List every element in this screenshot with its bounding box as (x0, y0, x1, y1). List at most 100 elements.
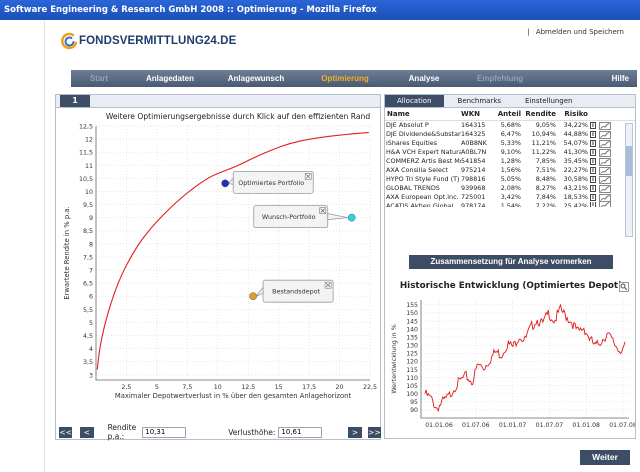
fund-risiko: 22,27% (563, 166, 588, 174)
logo: FONDSVERMITTLUNG24.DE (61, 32, 236, 50)
nav-hilfe[interactable]: Hilfe (543, 74, 637, 83)
mini-chart-icon[interactable] (599, 193, 611, 202)
callout-label: Wunsch-Portfolio (262, 213, 316, 221)
portfolio-point[interactable] (221, 179, 230, 188)
info-icon[interactable]: i (590, 167, 596, 174)
nav-anlagedaten[interactable]: Anlagedaten (127, 74, 213, 83)
fund-wkn: 798816 (461, 175, 486, 183)
tab-benchmarks[interactable]: Benchmarks (444, 95, 516, 107)
y-tick-label: 3 (89, 372, 93, 379)
fund-rendite: 7,85% (535, 157, 556, 165)
y-tick-label: 8,5 (83, 228, 93, 235)
fund-risiko: 41,30% (563, 148, 588, 156)
fund-rendite: 11,21% (531, 139, 556, 147)
portfolio-point[interactable] (347, 213, 356, 222)
nav-optimierung[interactable]: Optimierung (299, 74, 391, 83)
fund-anteil: 5,33% (500, 139, 521, 147)
fund-risiko: 34,22% (563, 121, 588, 129)
close-icon[interactable] (324, 281, 332, 289)
y-tick-label: 12,5 (79, 124, 93, 131)
mini-chart-icon[interactable] (599, 148, 611, 157)
zoom-icon[interactable] (619, 282, 629, 292)
y-tick-label: 4 (89, 346, 93, 353)
fund-rendite: 7,51% (535, 166, 556, 174)
mini-chart-icon[interactable] (599, 130, 611, 139)
table-row[interactable]: ACATIS Aktien Global 978174 1,54% 7,22% 25,4… (385, 202, 635, 207)
x-tick-label: 5 (155, 384, 159, 391)
info-icon[interactable]: i (590, 158, 596, 165)
fund-wkn: 939968 (461, 184, 486, 192)
fund-wkn: 975214 (461, 166, 486, 174)
y-tick-label: 120 (406, 359, 418, 366)
info-icon[interactable]: i (590, 140, 596, 147)
mini-chart-icon[interactable] (599, 121, 611, 130)
info-icon[interactable]: i (590, 194, 596, 201)
x-tick-label: 01.01.07 (499, 422, 527, 429)
x-tick-label: 01.01.06 (425, 422, 453, 429)
fund-name: AXA European Opt.inc. A (386, 193, 461, 201)
x-tick-label: 10 (214, 384, 222, 391)
scrollbar-thumb[interactable] (626, 146, 632, 176)
table-row[interactable]: H&A VCH Expert Natural R.A0BL7N 9,10% 11,2… (385, 148, 635, 157)
fund-wkn: 725001 (461, 193, 486, 201)
table-row[interactable]: COMMERZ Artis Best Momen541854 1,28% 7,85%… (385, 157, 635, 166)
verlust-input[interactable] (278, 426, 323, 438)
table-row[interactable]: iShares Equities A0B8NK 5,33% 11,21% 54,07% i (385, 139, 635, 148)
mini-chart-icon[interactable] (599, 175, 611, 184)
nav-analyse[interactable]: Analyse (391, 74, 457, 83)
tab-allocation[interactable]: Allocation (385, 95, 444, 107)
allocation-tabs: Allocation Benchmarks Einstellungen (385, 95, 635, 108)
fund-wkn: 164315 (461, 121, 486, 129)
last-button[interactable]: >> (367, 426, 381, 438)
weiter-button[interactable]: Weiter (580, 450, 630, 465)
y-tick-label: 12 (85, 137, 93, 144)
info-icon[interactable]: i (590, 202, 596, 207)
y-tick-label: 135 (406, 334, 418, 341)
y-tick-label: 10 (85, 189, 93, 196)
y-tick-label: 100 (406, 391, 418, 398)
table-row[interactable]: AXA Consilia Select 975214 1,56% 7,51% 22,27… (385, 166, 635, 175)
mini-chart-icon[interactable] (599, 184, 611, 193)
info-icon[interactable]: i (590, 149, 596, 156)
fund-anteil: 1,28% (500, 157, 521, 165)
table-row[interactable]: DJE Absolut P 164315 5,68% 9,05% 34,22% i (385, 121, 635, 130)
mini-chart-icon[interactable] (599, 157, 611, 166)
rendite-input[interactable] (142, 426, 187, 438)
y-tick-label: 140 (406, 326, 418, 333)
first-button[interactable]: << (59, 426, 73, 438)
frontier-controls: << < Rendite p.a.: Verlusthöhe: > >> (55, 423, 381, 441)
info-icon[interactable]: i (590, 176, 596, 183)
close-icon[interactable] (304, 173, 312, 180)
x-tick-label: 17,5 (302, 384, 316, 391)
top-links: | Abmelden und Speichern (525, 28, 626, 36)
info-icon[interactable]: i (590, 185, 596, 192)
table-row[interactable]: HYPO Tri Style Fund (T) 798816 5,05% 8,48% 3… (385, 175, 635, 184)
prev-button[interactable]: < (80, 426, 94, 438)
mini-chart-icon[interactable] (599, 139, 611, 148)
info-icon[interactable]: i (590, 131, 596, 138)
callout-label: Optimiertes Portfolio (238, 179, 304, 187)
tab-einstellungen[interactable]: Einstellungen (515, 95, 582, 107)
next-button[interactable]: > (348, 426, 362, 438)
tab-1[interactable]: 1 (60, 95, 90, 107)
logout-link[interactable]: Abmelden und Speichern (534, 28, 626, 36)
table-scrollbar[interactable] (625, 123, 633, 237)
fund-risiko: 43,21% (563, 184, 588, 192)
mini-chart-icon[interactable] (599, 202, 611, 207)
info-icon[interactable]: i (590, 122, 596, 129)
efficient-frontier-chart[interactable]: Weitere Optimierungsergebnisse durch Kli… (56, 108, 380, 424)
close-icon[interactable] (319, 207, 327, 214)
portfolio-point[interactable] (249, 292, 257, 301)
fund-wkn: 541854 (461, 157, 486, 165)
table-row[interactable]: AXA European Opt.inc. A 725001 3,42% 7,84% 1… (385, 193, 635, 202)
table-row[interactable]: DJE Dividende&Substanz P164325 6,47% 10,94… (385, 130, 635, 139)
fund-name: AXA Consilia Select (386, 166, 448, 174)
mark-for-analysis-button[interactable]: Zusammensetzung für Analyse vormerken (409, 255, 613, 269)
efficient-frontier-line[interactable] (96, 131, 369, 370)
x-tick-label: 7,5 (182, 384, 192, 391)
table-row[interactable]: GLOBAL TRENDS 939968 2,08% 8,27% 43,21% i (385, 184, 635, 193)
y-tick-label: 150 (406, 310, 418, 317)
nav-anlagewunsch[interactable]: Anlagewunsch (213, 74, 299, 83)
mini-chart-icon[interactable] (599, 166, 611, 175)
logo-text: FONDSVERMITTLUNG24.DE (79, 35, 237, 47)
